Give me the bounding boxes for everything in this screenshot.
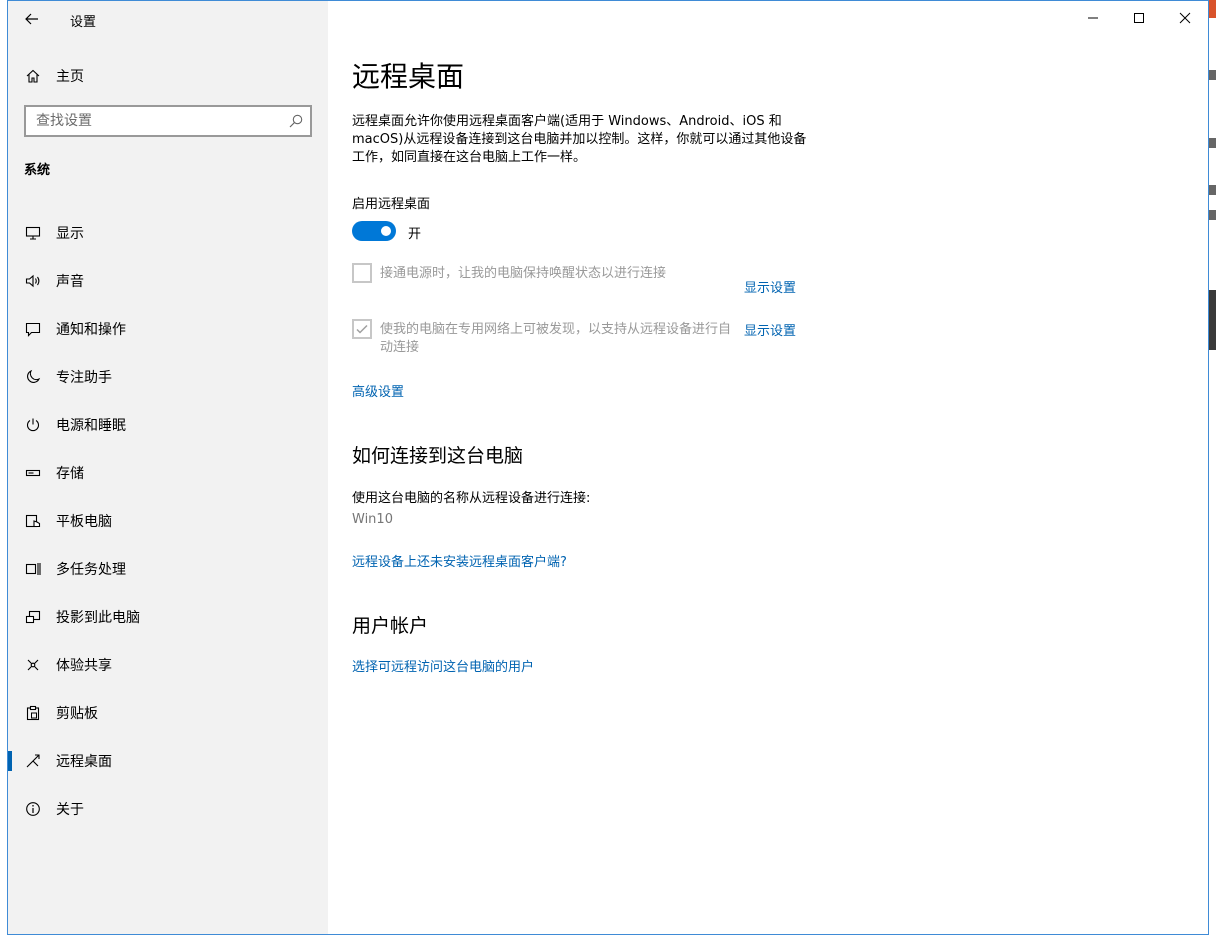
remote-desktop-toggle[interactable] [352,221,396,241]
background-app-fragment [1208,210,1216,220]
section-label: 系统 [24,163,51,178]
minimize-icon [1088,17,1098,19]
close-icon [1179,12,1191,24]
sidebar-item-label: 投影到此电脑 [56,610,140,626]
search-input[interactable] [26,107,296,135]
notification-icon [24,320,42,338]
sidebar-item-notifications[interactable]: 通知和操作 [8,305,328,353]
sidebar-item-storage[interactable]: 存储 [8,449,328,497]
advanced-settings-link[interactable]: 高级设置 [352,381,404,400]
maximize-button[interactable] [1116,1,1162,35]
background-app-fragment [1208,185,1216,195]
sidebar-item-label: 平板电脑 [56,514,112,530]
keep-awake-checkbox[interactable] [352,263,372,283]
project-icon [24,608,42,626]
connect-heading: 如何连接到这台电脑 [352,445,524,467]
title-bar: 设置 [8,1,328,37]
maximize-icon [1134,13,1144,23]
content-pane: 远程桌面 远程桌面允许你使用远程桌面客户端(适用于 Windows、Androi… [328,1,1208,934]
checkmark-icon [356,324,368,334]
window-controls [1070,1,1208,35]
app-title: 设置 [70,15,97,30]
sidebar-item-label: 电源和睡眠 [56,418,126,434]
sidebar-item-power-sleep[interactable]: 电源和睡眠 [8,401,328,449]
sidebar-item-label: 关于 [56,802,84,818]
power-icon [24,416,42,434]
minimize-button[interactable] [1070,1,1116,35]
sidebar-item-label: 通知和操作 [56,322,126,338]
back-button[interactable] [18,6,46,32]
storage-icon [24,464,42,482]
search-box [24,105,312,137]
clipboard-icon [24,704,42,722]
sidebar-nav: 显示 声音 通知和操作 专注助手 电源和睡眠 存储 平板电脑 多任务处理 投影到… [8,209,328,833]
sidebar: 设置 主页 系统 显示 [8,1,328,934]
sidebar-item-multitasking[interactable]: 多任务处理 [8,545,328,593]
keep-awake-settings-link[interactable]: 显示设置 [744,277,796,296]
remote-desktop-icon [24,752,42,770]
discoverable-settings-link[interactable]: 显示设置 [744,320,796,339]
keep-awake-label: 接通电源时，让我的电脑保持唤醒状态以进行连接 [380,266,667,281]
sidebar-item-label: 显示 [56,226,84,242]
monitor-icon [24,224,42,242]
install-client-link[interactable]: 远程设备上还未安装远程桌面客户端? [352,551,567,570]
background-app-fragment [1208,0,1216,18]
sidebar-item-project-to-pc[interactable]: 投影到此电脑 [8,593,328,641]
multitask-icon [24,560,42,578]
toggle-state-label: 开 [408,227,422,242]
sidebar-item-label: 多任务处理 [56,562,126,578]
page-description: 远程桌面允许你使用远程桌面客户端(适用于 Windows、Android、iOS… [352,114,807,165]
sidebar-item-tablet[interactable]: 平板电脑 [8,497,328,545]
pc-name: Win10 [352,512,393,527]
settings-window: 设置 主页 系统 显示 [7,0,1209,935]
sidebar-item-sound[interactable]: 声音 [8,257,328,305]
close-button[interactable] [1162,1,1208,35]
background-app-fragment [1208,138,1216,148]
speaker-icon [24,272,42,290]
sidebar-item-focus-assist[interactable]: 专注助手 [8,353,328,401]
user-accounts-heading: 用户帐户 [352,615,429,637]
toggle-knob [381,226,391,236]
sidebar-item-label: 体验共享 [56,658,112,674]
discoverable-label: 使我的电脑在专用网络上可被发现，以支持从远程设备进行自动连接 [380,322,732,355]
home-icon [24,67,42,85]
background-app-fragment [1208,290,1216,350]
enable-remote-desktop-label: 启用远程桌面 [352,197,431,212]
sidebar-item-label: 声音 [56,274,84,290]
search-icon[interactable] [288,113,304,129]
sidebar-item-label: 存储 [56,466,84,482]
tablet-icon [24,512,42,530]
sidebar-item-shared-experiences[interactable]: 体验共享 [8,641,328,689]
background-app-fragment [1208,70,1216,80]
info-icon [24,800,42,818]
moon-icon [24,368,42,386]
connect-instructions: 使用这台电脑的名称从远程设备进行连接: [352,491,591,506]
sidebar-item-label: 远程桌面 [56,754,112,770]
sidebar-item-label: 剪贴板 [56,706,98,722]
sidebar-item-about[interactable]: 关于 [8,785,328,833]
sidebar-item-home[interactable]: 主页 [8,61,328,91]
page-title: 远程桌面 [352,60,465,93]
discoverable-checkbox[interactable] [352,319,372,339]
background-window-edge [1208,0,1216,941]
sidebar-item-label: 主页 [56,69,84,85]
sidebar-item-display[interactable]: 显示 [8,209,328,257]
sidebar-item-clipboard[interactable]: 剪贴板 [8,689,328,737]
select-users-link[interactable]: 选择可远程访问这台电脑的用户 [352,656,534,675]
share-icon [24,656,42,674]
sidebar-item-remote-desktop[interactable]: 远程桌面 [8,737,328,785]
sidebar-item-label: 专注助手 [56,370,112,386]
back-arrow-icon [25,13,38,25]
